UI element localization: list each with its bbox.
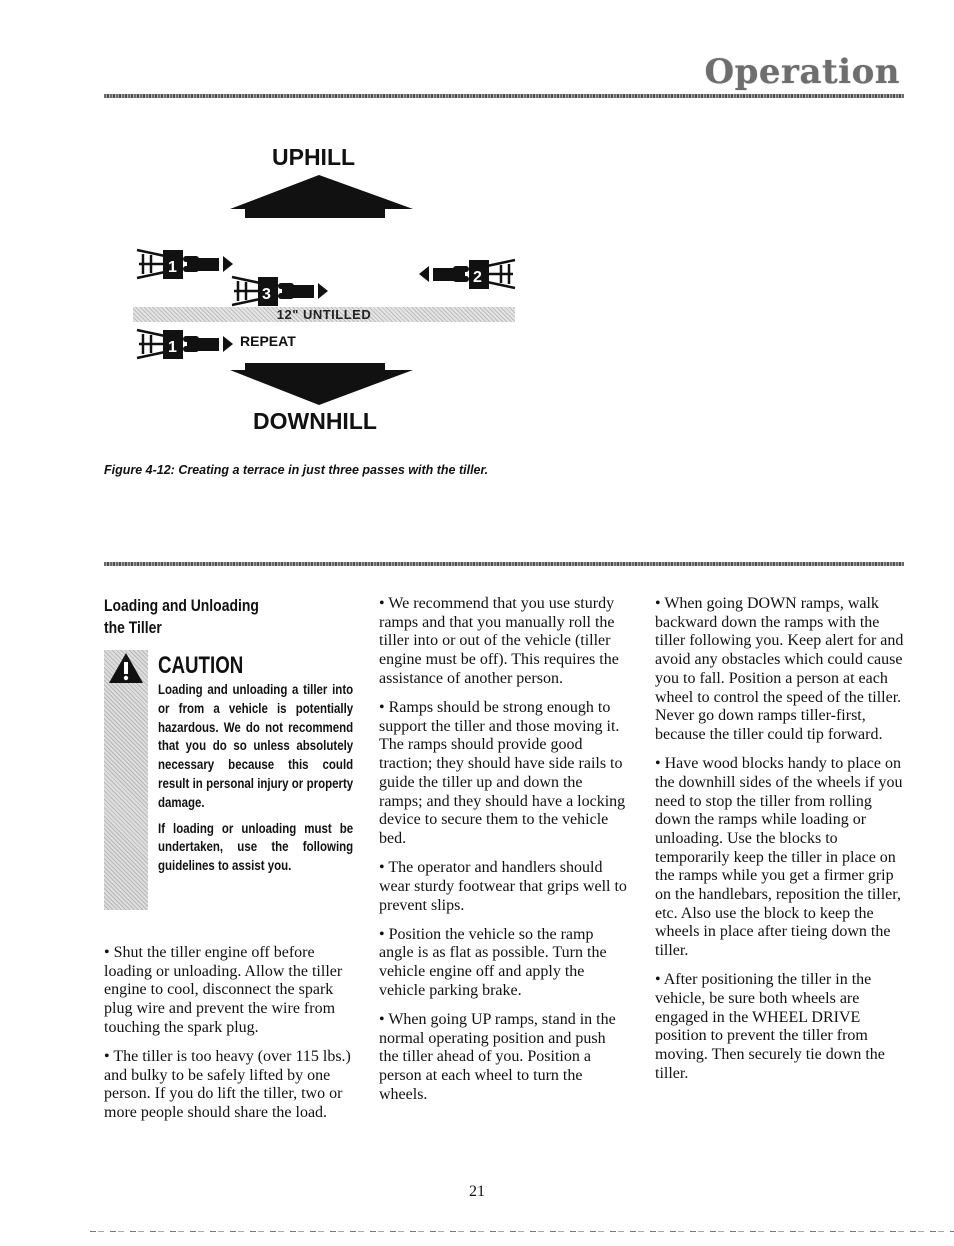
footer-divider <box>90 1231 954 1232</box>
uphill-label: UPHILL <box>272 144 356 170</box>
uphill-arrow-icon <box>230 175 413 218</box>
section-heading-line2: the Tiller <box>104 618 162 637</box>
bullet-item: • Have wood blocks handy to place on the… <box>655 755 903 960</box>
bullet-item: • When going UP ramps, stand in the norm… <box>379 1011 616 1103</box>
page-number: 21 <box>469 1183 485 1200</box>
warning-triangle-icon <box>109 653 143 683</box>
terrace-figure: UPHILL 1 3 2 12" UNTILLED 1 REPEAT DOWNH… <box>0 0 954 480</box>
bullet-item: • The operator and handlers should wear … <box>379 859 627 914</box>
caution-paragraph: If loading or unloading must be undertak… <box>158 819 354 874</box>
column-3: • When going DOWN ramps, walk backward d… <box>655 595 905 1094</box>
caution-title: CAUTION <box>158 652 244 679</box>
column-1: • Shut the tiller engine off before load… <box>104 944 352 1133</box>
pass-number: 2 <box>473 269 482 286</box>
downhill-label: DOWNHILL <box>253 408 377 434</box>
untilled-label: 12" UNTILLED <box>276 307 372 322</box>
bullet-item: • Position the vehicle so the ramp angle… <box>379 925 607 999</box>
caution-paragraph: Loading and unloading a tiller into or f… <box>158 681 354 810</box>
bullet-item: • We recommend that you use sturdy ramps… <box>379 595 619 687</box>
caution-sidebar <box>104 650 148 910</box>
column-2: • We recommend that you use sturdy ramps… <box>379 595 629 1115</box>
bullet-item: • When going DOWN ramps, walk backward d… <box>655 595 904 743</box>
tiller-pass-2-icon: 2 <box>419 258 516 290</box>
bullet-item: • Ramps should be strong enough to suppo… <box>379 699 626 847</box>
bullet-item: • Shut the tiller engine off before load… <box>104 944 343 1036</box>
downhill-arrow-icon <box>230 363 413 405</box>
tiller-pass-1-repeat-icon: 1 <box>136 328 233 360</box>
section-divider <box>104 562 904 566</box>
repeat-label: REPEAT <box>240 333 296 349</box>
figure-caption: Figure 4-12: Creating a terrace in just … <box>104 463 489 477</box>
pass-number: 3 <box>262 286 271 303</box>
pass-number: 1 <box>168 339 177 356</box>
section-heading: Loading and Unloading the Tiller <box>104 595 317 639</box>
section-heading-line1: Loading and Unloading <box>104 596 259 615</box>
pass-number: 1 <box>168 259 177 276</box>
untilled-strip: 12" UNTILLED <box>133 307 515 322</box>
tiller-pass-1-icon: 1 <box>136 248 233 280</box>
bullet-item: • After positioning the tiller in the ve… <box>655 971 885 1082</box>
tiller-pass-3-icon: 3 <box>231 275 328 307</box>
bullet-item: • The tiller is too heavy (over 115 lbs.… <box>104 1048 351 1122</box>
caution-body: Loading and unloading a tiller into or f… <box>158 680 353 882</box>
